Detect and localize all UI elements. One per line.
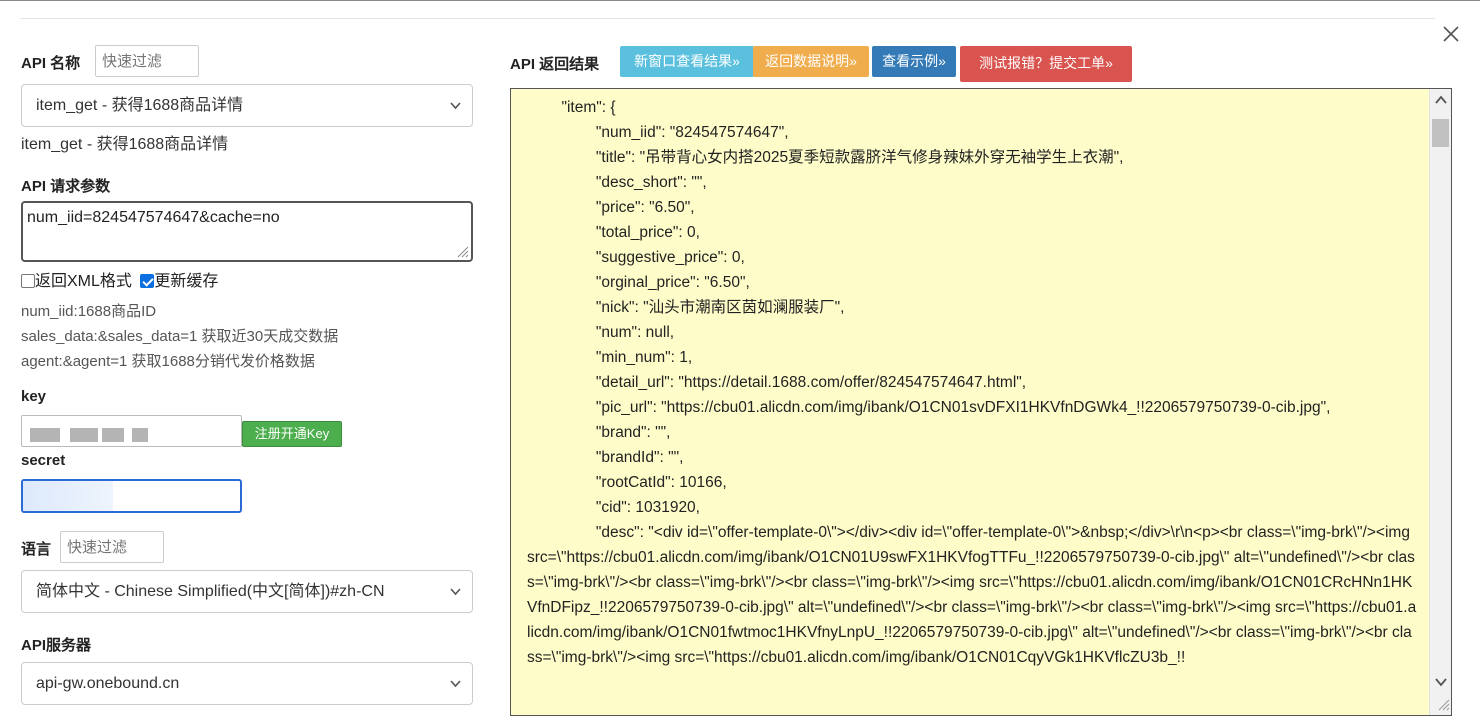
server-select[interactable]: api-gw.onebound.cn [21, 662, 473, 705]
xml-format-checkbox[interactable] [21, 274, 35, 288]
server-select-value: api-gw.onebound.cn [36, 675, 180, 692]
update-cache-checkbox[interactable] [140, 274, 155, 288]
options-row: 返回XML格式 更新缓存 [21, 267, 218, 291]
result-textarea[interactable]: "item": { "num_iid": "824547574647", "ti… [510, 88, 1452, 716]
api-select[interactable]: item_get - 获得1688商品详情 [21, 84, 473, 127]
xml-format-label[interactable]: 返回XML格式 [35, 273, 132, 290]
api-name-filter-input[interactable] [95, 45, 199, 77]
params-label: API 请求参数 [21, 178, 111, 195]
resize-grip-icon[interactable] [1436, 697, 1450, 711]
update-cache-label[interactable]: 更新缓存 [154, 273, 218, 290]
key-input[interactable] [21, 415, 242, 447]
return-doc-button[interactable]: 返回数据说明» [753, 46, 869, 77]
result-label: API 返回结果 [510, 56, 600, 73]
result-json-text: "item": { "num_iid": "824547574647", "ti… [527, 99, 1417, 666]
resize-grip-icon[interactable] [455, 244, 469, 258]
params-textarea[interactable]: num_iid=824547574647&cache=no [21, 201, 473, 262]
left-panel: API 名称 item_get - 获得1688商品详情 item_get - … [20, 0, 475, 721]
redacted-key-block [70, 428, 98, 442]
result-scrollbar[interactable] [1429, 89, 1451, 715]
param-hint-1: num_iid:1688商品ID [21, 303, 157, 320]
scroll-down-arrow-icon[interactable] [1435, 677, 1447, 687]
language-label: 语言 [21, 541, 52, 558]
server-label: API服务器 [21, 637, 92, 654]
redacted-key-block [102, 428, 124, 442]
register-key-button[interactable]: 注册开通Key [242, 421, 342, 447]
api-description: item_get - 获得1688商品详情 [21, 136, 229, 153]
scrollbar-thumb[interactable] [1432, 119, 1449, 147]
params-value: num_iid=824547574647&cache=no [27, 209, 280, 226]
redacted-key-block [30, 428, 60, 442]
key-label: key [21, 388, 47, 405]
chevron-down-icon [450, 102, 461, 110]
secret-label: secret [21, 452, 66, 469]
chevron-down-icon [450, 588, 461, 596]
param-hint-2: sales_data:&sales_data=1 获取近30天成交数据 [21, 328, 339, 345]
scroll-up-arrow-icon[interactable] [1435, 95, 1447, 105]
redacted-key-block [132, 428, 148, 442]
language-select-value: 简体中文 - Chinese Simplified(中文[简体])#zh-CN [36, 583, 385, 600]
api-name-label: API 名称 [21, 55, 81, 72]
new-window-button[interactable]: 新窗口查看结果» [620, 46, 754, 77]
redacted-secret-block [23, 481, 113, 511]
secret-input[interactable] [21, 479, 242, 513]
view-example-button[interactable]: 查看示例» [872, 46, 956, 77]
close-icon[interactable] [1441, 24, 1461, 44]
language-select[interactable]: 简体中文 - Chinese Simplified(中文[简体])#zh-CN [21, 570, 473, 613]
api-select-value: item_get - 获得1688商品详情 [36, 97, 244, 114]
param-hint-3: agent:&agent=1 获取1688分销代发价格数据 [21, 353, 315, 370]
chevron-down-icon [450, 680, 461, 688]
report-issue-button[interactable]: 测试报错？提交工单» [960, 46, 1132, 82]
language-filter-input[interactable] [60, 531, 164, 563]
